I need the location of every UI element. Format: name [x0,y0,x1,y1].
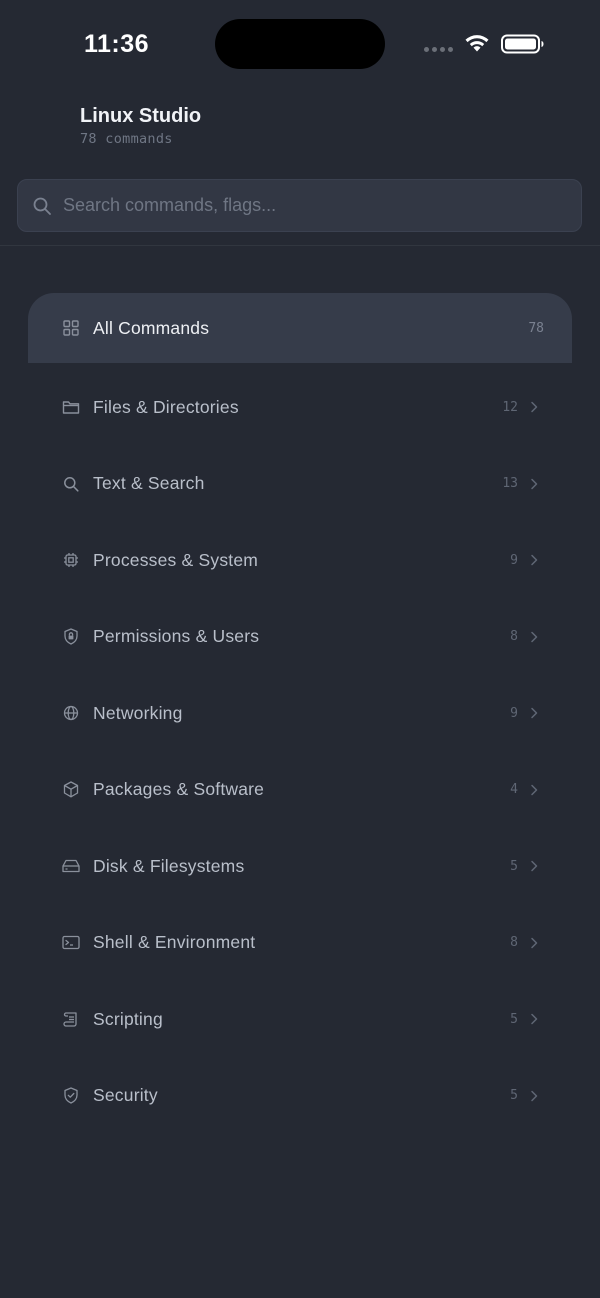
category-all-commands[interactable]: All Commands 78 [28,293,572,363]
chevron-right-icon [530,1012,540,1026]
category-files-directories[interactable]: Files & Directories 12 [28,369,572,446]
status-bar: 11:36 [0,0,600,90]
search-icon [62,475,80,493]
chevron-right-icon [530,477,540,491]
category-count: 13 [502,476,518,492]
category-label: Networking [93,702,183,723]
globe-icon [62,704,80,722]
category-count: 5 [510,1011,518,1027]
shield-check-icon [62,1087,80,1105]
category-networking[interactable]: Networking 9 [28,675,572,752]
category-count: 12 [502,399,518,415]
category-count: 9 [510,552,518,568]
category-shell-environment[interactable]: Shell & Environment 8 [28,905,572,982]
search-bar[interactable] [17,179,582,232]
category-label: Packages & Software [93,779,265,800]
category-label: Shell & Environment [93,932,256,953]
status-time: 11:36 [84,30,150,58]
dynamic-island [215,19,385,69]
category-count: 5 [510,1088,518,1104]
chevron-right-icon [530,936,540,950]
grid-icon [62,319,80,337]
battery-icon [501,34,544,54]
header-divider [0,245,600,246]
category-text-search[interactable]: Text & Search 13 [28,446,572,523]
scroll-icon [62,1010,80,1028]
chevron-right-icon [530,783,540,797]
category-count: 9 [510,705,518,721]
category-processes-system[interactable]: Processes & System 9 [28,522,572,599]
category-scripting[interactable]: Scripting 5 [28,981,572,1058]
lock-shield-icon [62,628,80,646]
category-count: 78 [528,320,544,336]
category-disk-filesystems[interactable]: Disk & Filesystems 5 [28,828,572,905]
cpu-icon [62,551,80,569]
chevron-right-icon [530,630,540,644]
cellular-signal-icon [424,47,453,52]
folder-icon [62,398,80,416]
wifi-icon [465,35,489,52]
category-packages-software[interactable]: Packages & Software 4 [28,752,572,829]
category-count: 8 [510,935,518,951]
chevron-right-icon [530,706,540,720]
category-label: Disk & Filesystems [93,855,245,876]
category-label: Security [93,1085,158,1106]
category-count: 5 [510,858,518,874]
category-security[interactable]: Security 5 [28,1058,572,1135]
search-icon [33,197,51,215]
category-label: Scripting [93,1008,163,1029]
app-header: Linux Studio 78 commands [80,104,201,147]
chevron-right-icon [530,400,540,414]
chevron-right-icon [530,553,540,567]
hard-drive-icon [62,857,80,875]
package-icon [62,781,80,799]
category-label: All Commands [93,317,210,338]
app-title: Linux Studio [80,105,202,127]
command-count: 78 commands [80,131,173,147]
search-input[interactable] [63,180,563,231]
category-permissions-users[interactable]: Permissions & Users 8 [28,599,572,676]
terminal-icon [62,934,80,952]
chevron-right-icon [530,1089,540,1103]
category-list: All Commands 78 Files & Directories 12 T… [28,293,572,1134]
category-label: Processes & System [93,549,259,570]
category-count: 4 [510,782,518,798]
category-label: Files & Directories [93,396,239,417]
category-label: Permissions & Users [93,626,260,647]
category-label: Text & Search [93,473,205,494]
category-count: 8 [510,629,518,645]
chevron-right-icon [530,859,540,873]
